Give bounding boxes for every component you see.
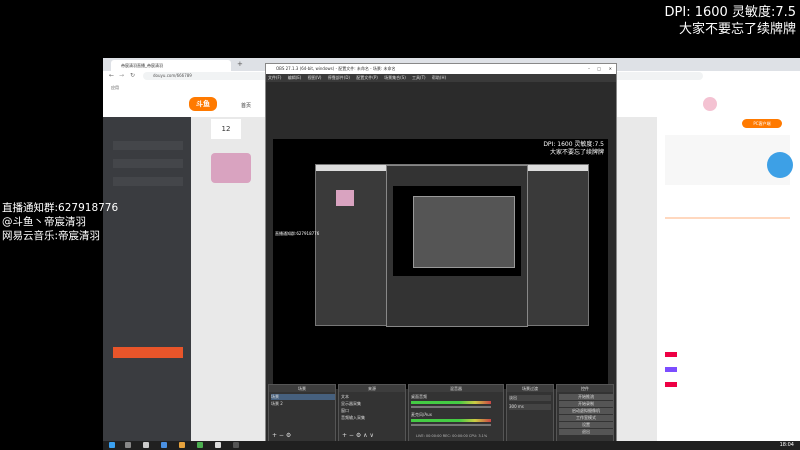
menu-tools[interactable]: 工具(T) [407,75,426,80]
source-item[interactable]: 文本 [341,394,349,400]
streamer-thumbnail[interactable] [211,153,251,183]
studio-mode-button[interactable]: 工作室模式 [559,415,613,421]
mixer-track-label: 麦克风/Aux [411,412,432,417]
nested-obs-deeper [413,196,515,268]
controls-dock: 控件 开始推流 开始录制 启动虚拟摄像机 工作室模式 设置 退出 [556,384,614,442]
chat-badge [665,382,677,387]
scene-item[interactable]: 场景 2 [271,401,283,407]
obs-preview[interactable]: DPI: 1600 灵敏度:7.5 大家不要忘了续牌牌 直播通知群:627918… [273,139,608,389]
obs-title-bar: OBS 27.1.3 (64-bit, windows) - 配置文件: 未命名… [266,64,616,74]
scene-item[interactable]: 场景 [271,394,335,400]
preview-overlay-reminder: 大家不要忘了续牌牌 [549,149,604,156]
sidebar-item[interactable] [113,123,183,132]
transitions-dock-title: 场景过渡 [507,385,553,392]
scenes-dock-title: 场景 [269,385,335,392]
sidebar-item[interactable] [113,177,183,186]
forward-icon[interactable]: → [119,72,124,79]
overlay-fan-group: 直播通知群:627918776 [2,202,119,214]
transition-duration[interactable]: 300 ms [509,404,551,410]
obs-menu-bar: 文件(F) 编辑(E) 视图(V) 停靠部件(D) 配置文件(P) 场景集合(S… [266,74,616,82]
browser-tab-title: 帝宸清羽直播_帝宸清羽 [121,63,163,68]
bookmark-apps[interactable]: 应用 [103,85,119,90]
chat-badge [665,352,677,357]
source-item[interactable]: 音频输入采集 [341,415,365,421]
volume-slider[interactable] [411,424,491,426]
virtual-camera-button[interactable]: 启动虚拟摄像机 [559,408,613,414]
exit-button[interactable]: 退出 [559,429,613,435]
maximize-icon[interactable]: □ [597,64,601,74]
sources-dock: 来源 文本 显示器采集 窗口 音频输入采集 + − ⚙ ∧ ∨ [338,384,406,442]
add-scene-icon[interactable]: + − ⚙ [272,432,291,439]
transitions-dock: 场景过渡 淡出 300 ms [506,384,554,442]
menu-file[interactable]: 文件(F) [266,75,281,80]
douyu-logo[interactable]: 斗鱼 [189,97,217,111]
site-sidebar [103,117,191,443]
app-icon[interactable] [215,442,221,448]
pc-client-button[interactable]: PC客户端 [742,119,782,128]
promo-badge-icon [767,152,793,178]
source-item[interactable]: 显示器采集 [341,401,361,407]
chat-panel: PC客户端 [657,117,800,443]
folder-icon[interactable] [179,442,185,448]
settings-button[interactable]: 设置 [559,422,613,428]
obs-icon[interactable] [233,442,239,448]
audio-meter [411,401,491,404]
sidebar-item[interactable] [113,141,183,150]
nested-capture [315,164,589,327]
obs-title: OBS 27.1.3 (64-bit, windows) - 配置文件: 未命名… [276,66,396,71]
windows-taskbar: 18:04 [103,441,800,450]
mixer-dock-title: 混音器 [409,385,503,392]
obs-status-bar: LIVE: 00:00:00 REC: 00:00:00 CPU: 3.1% [416,434,488,438]
menu-docks[interactable]: 停靠部件(D) [323,75,350,80]
task-view-icon[interactable] [143,442,149,448]
menu-edit[interactable]: 编辑(E) [283,75,302,80]
browser-tab[interactable]: 帝宸清羽直播_帝宸清羽 [111,60,231,71]
overlay-netease-music: 网易云音乐:帝宸清羽 [2,230,101,242]
back-icon[interactable]: ← [109,72,114,79]
app-icon[interactable] [161,442,167,448]
chrome-icon[interactable] [197,442,203,448]
minimize-icon[interactable]: – [588,64,590,74]
menu-profile[interactable]: 配置文件(P) [351,75,378,80]
mixer-track-label: 桌面音频 [411,394,427,399]
user-avatar[interactable] [703,97,717,111]
taskbar-clock: 18:04 [779,442,794,448]
controls-dock-title: 控件 [557,385,613,392]
menu-view[interactable]: 视图(V) [303,75,322,80]
sidebar-orange-button[interactable] [113,347,183,358]
nav-home[interactable]: 首页 [241,102,251,109]
preview-overlay-dpi: DPI: 1600 灵敏度:7.5 [543,141,604,148]
chat-divider [665,217,790,219]
close-icon[interactable]: ✕ [609,64,612,74]
overlay-reminder: 大家不要忘了续牌牌 [678,22,796,37]
search-icon[interactable] [125,442,131,448]
sidebar-item[interactable] [113,159,183,168]
follow-count: 12 [211,119,241,139]
start-icon[interactable] [109,442,115,448]
new-tab-icon[interactable]: + [237,60,245,68]
nested-thumbnail [336,190,354,206]
nested-obs-preview [393,186,521,276]
start-recording-button[interactable]: 开始录制 [559,401,613,407]
audio-meter [411,419,491,422]
start-streaming-button[interactable]: 开始推流 [559,394,613,400]
obs-window: OBS 27.1.3 (64-bit, windows) - 配置文件: 未命名… [265,63,617,443]
sources-dock-title: 来源 [339,385,405,392]
transition-select[interactable]: 淡出 [509,395,551,401]
menu-help[interactable]: 帮助(H) [427,75,446,80]
preview-overlay-group: 直播通知群:627918776 [275,231,320,236]
add-source-icon[interactable]: + − ⚙ ∧ ∨ [342,432,374,439]
volume-slider[interactable] [411,406,491,408]
menu-scene-collection[interactable]: 场景集合(S) [379,75,406,80]
nested-obs [386,165,528,327]
source-item[interactable]: 窗口 [341,408,349,414]
reload-icon[interactable]: ↻ [130,72,135,79]
overlay-douyu-handle: @斗鱼丶帝宸清羽 [2,216,86,228]
chat-badge [665,367,677,372]
scenes-dock: 场景 场景 场景 2 + − ⚙ [268,384,336,442]
